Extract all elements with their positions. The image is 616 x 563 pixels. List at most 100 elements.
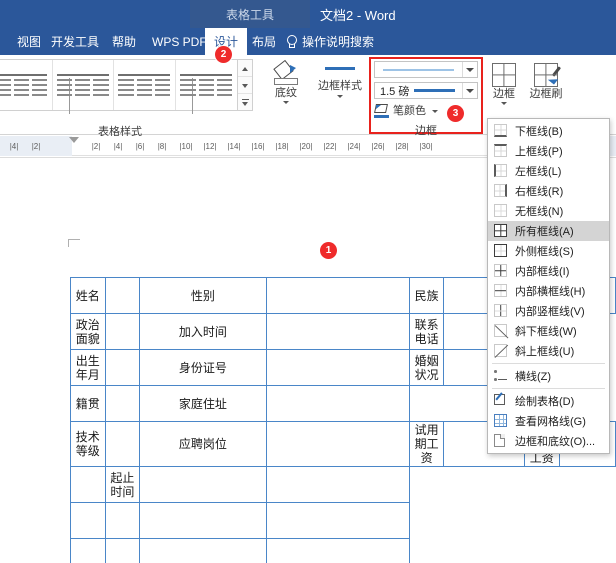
table-style-thumb-2[interactable] (53, 60, 115, 110)
menu-item-border-bottom[interactable]: 下框线(B) (488, 121, 609, 141)
menu-item-border-outside[interactable]: 外侧框线(S) (488, 241, 609, 261)
table-cell-input[interactable] (71, 467, 106, 503)
table-cell-input[interactable] (105, 314, 140, 350)
table-cell-label[interactable]: 起止时间 (105, 467, 140, 503)
table-cell-input[interactable] (140, 467, 266, 503)
line-width-dropdown[interactable]: 1.5 磅 (374, 82, 478, 99)
table-cell-label[interactable]: 联系电话 (409, 314, 444, 350)
table-cell-label[interactable]: 性别 (140, 278, 266, 314)
table-cell-input[interactable] (266, 539, 409, 563)
table-cell-input[interactable] (105, 503, 140, 539)
border-left-icon (494, 164, 508, 178)
table-cell-input[interactable] (140, 539, 266, 563)
table-cell-input[interactable] (140, 503, 266, 539)
gallery-scroll-down-button[interactable] (238, 77, 252, 94)
chevron-down-icon[interactable] (337, 95, 343, 98)
table-cell-input[interactable] (266, 467, 409, 503)
ruler-tick: |16| (251, 142, 264, 151)
contextual-tab-table-tools[interactable]: 表格工具 (190, 0, 310, 28)
tab-developer[interactable]: 开发工具 (42, 28, 108, 55)
table-cell-input[interactable] (266, 314, 409, 350)
menu-item-label: 斜下框线(W) (515, 323, 577, 339)
table-cell-input[interactable] (105, 539, 140, 563)
borders-button[interactable]: 边框 (484, 59, 524, 117)
table-cell-input[interactable] (266, 503, 409, 539)
menu-item-view-gridlines[interactable]: 查看网格线(G) (488, 411, 609, 431)
menu-item-draw-table[interactable]: 绘制表格(D) (488, 391, 609, 411)
shading-label: 底纹 (275, 87, 297, 99)
tab-label: WPS PDF (152, 35, 207, 49)
table-cell-input[interactable] (266, 422, 409, 467)
border-painter-button[interactable]: 边框刷 (526, 59, 566, 117)
chevron-down-bar-icon (242, 100, 249, 105)
menu-item-border-inside[interactable]: 内部框线(I) (488, 261, 609, 281)
chevron-down-icon[interactable] (462, 83, 477, 98)
tab-layout[interactable]: 布局 (243, 28, 285, 55)
line-width-preview-icon (414, 89, 455, 92)
table-cell-label[interactable]: 家庭住址 (140, 386, 266, 422)
border-top-icon (494, 144, 508, 158)
shading-button[interactable]: 底纹 (265, 59, 307, 117)
menu-item-border-diagonal-up[interactable]: 斜上框线(U) (488, 341, 609, 361)
table-cell-label[interactable]: 加入时间 (140, 314, 266, 350)
menu-item-label: 外侧框线(S) (515, 243, 574, 259)
table-cell-input[interactable] (71, 539, 106, 563)
table-cell-input[interactable] (266, 386, 409, 422)
borders-dropdown-menu[interactable]: 下框线(B)上框线(P)左框线(L)右框线(R) 无框线(N) 所有框线(A) 外侧框… (487, 118, 610, 454)
table-cell-label[interactable]: 身份证号 (140, 350, 266, 386)
menu-item-border-right[interactable]: 右框线(R) (488, 181, 609, 201)
menu-item-label: 所有框线(A) (515, 223, 574, 239)
table-cell-label[interactable]: 民族 (409, 278, 444, 314)
ruler-tick: |18| (275, 142, 288, 151)
table-cell-label[interactable]: 试用期工资 (409, 422, 444, 467)
table-cell-input[interactable] (266, 350, 409, 386)
chevron-down-icon[interactable] (432, 110, 438, 113)
menu-item-label: 边框和底纹(O)... (515, 433, 595, 449)
chevron-down-icon[interactable] (462, 62, 477, 77)
brush-icon (548, 67, 564, 85)
menu-item-border-inside-horizontal[interactable]: 内部横框线(H) (488, 281, 609, 301)
menu-item-border-none[interactable]: 无框线(N) (488, 201, 609, 221)
table-style-thumb-1[interactable] (0, 60, 53, 110)
table-row[interactable]: 起止时间 (71, 467, 616, 503)
table-cell-label[interactable]: 婚姻状况 (409, 350, 444, 386)
menu-item-border-inside-vertical[interactable]: 内部竖框线(V) (488, 301, 609, 321)
table-cell-label[interactable]: 姓名 (71, 278, 106, 314)
border-outside-icon (494, 244, 508, 258)
table-cell-label[interactable]: 应聘岗位 (140, 422, 266, 467)
ruler-tick: |8| (158, 142, 167, 151)
chevron-down-icon[interactable] (501, 102, 507, 105)
tell-me-label: 操作说明搜索 (302, 33, 374, 50)
menu-item-border-diagonal-down[interactable]: 斜下框线(W) (488, 321, 609, 341)
gallery-scroll-buttons[interactable] (238, 59, 253, 111)
table-row[interactable] (71, 539, 616, 563)
table-style-thumb-4[interactable] (176, 60, 238, 110)
line-style-dropdown[interactable] (374, 61, 478, 78)
menu-item-border-top[interactable]: 上框线(P) (488, 141, 609, 161)
table-cell-input[interactable] (71, 503, 106, 539)
table-row[interactable] (71, 503, 616, 539)
table-cell-label[interactable]: 技术等级 (71, 422, 106, 467)
first-line-indent-marker[interactable] (69, 137, 79, 143)
table-style-thumb-3[interactable] (114, 60, 176, 110)
table-cell-label[interactable]: 籍贯 (71, 386, 106, 422)
table-styles-gallery[interactable] (0, 59, 238, 111)
gallery-more-button[interactable] (238, 94, 252, 110)
menu-item-border-all[interactable]: 所有框线(A) (488, 221, 609, 241)
table-cell-input[interactable] (105, 422, 140, 467)
table-cell-input[interactable] (105, 386, 140, 422)
menu-item-border-left[interactable]: 左框线(L) (488, 161, 609, 181)
menu-item-label: 无框线(N) (515, 203, 563, 219)
tab-help[interactable]: 帮助 (103, 28, 145, 55)
table-cell-label[interactable]: 政治面貌 (71, 314, 106, 350)
tell-me-search[interactable]: 操作说明搜索 (285, 28, 374, 55)
table-cell-input[interactable] (266, 278, 409, 314)
chevron-down-icon[interactable] (283, 101, 289, 104)
gallery-scroll-up-button[interactable] (238, 60, 252, 77)
table-cell-input[interactable] (105, 278, 140, 314)
table-cell-label[interactable]: 出生年月 (71, 350, 106, 386)
menu-item-borders-and-shading[interactable]: 边框和底纹(O)... (488, 431, 609, 451)
menu-item-horizontal-line[interactable]: 横线(Z) (488, 366, 609, 386)
table-cell-input[interactable] (105, 350, 140, 386)
border-styles-button[interactable]: 边框样式 (312, 59, 368, 117)
